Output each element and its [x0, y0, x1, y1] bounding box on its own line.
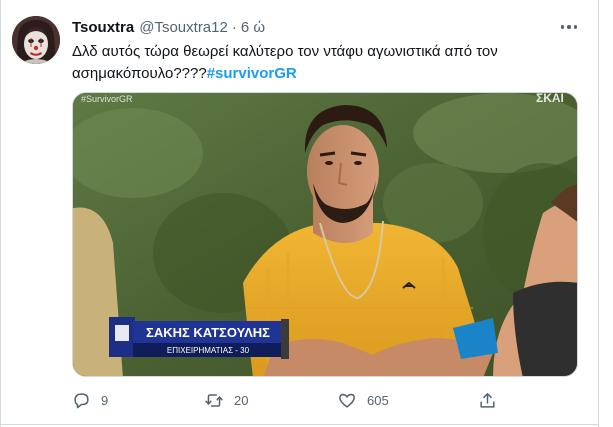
caption-detail: ΕΠΙΧΕΙΡΗΜΑΤΙΑΣ - 30 — [167, 346, 250, 355]
hashtag-link[interactable]: #survivorGR — [207, 65, 297, 82]
display-name[interactable]: Tsouxtra — [72, 19, 134, 36]
share-button[interactable] — [478, 386, 497, 414]
reply-icon — [74, 392, 89, 408]
tweet-card[interactable]: Tsouxtra @Tsouxtra12 · 6 ώ Δλδ αυτός τώρ… — [0, 0, 613, 427]
tweet-text: Δλδ αυτός τώρα θεωρεί καλύτερο τον ντάφυ… — [72, 41, 582, 85]
user-handle[interactable]: @Tsouxtra12 — [139, 19, 228, 36]
retweet-icon — [205, 393, 223, 407]
more-options-icon[interactable] — [556, 14, 582, 40]
reply-count: 9 — [101, 392, 109, 408]
media-photo: #SurvivorGR ΣΚΑΪ ΣΑΚΗΣ ΚΑΤΣΟΥΛΗΣ ΕΠΙΧΕΙΡ… — [73, 93, 577, 376]
like-button[interactable]: 605 — [337, 386, 389, 414]
share-icon — [480, 392, 495, 408]
card-border-bottom — [0, 424, 599, 425]
tweet-header: Tsouxtra @Tsouxtra12 · 6 ώ — [72, 17, 265, 37]
action-bar: 9 20 605 — [72, 386, 502, 414]
heart-icon — [339, 393, 355, 408]
timestamp[interactable]: 6 ώ — [241, 19, 265, 36]
name-caption: ΣΑΚΗΣ ΚΑΤΣΟΥΛΗΣ ΕΠΙΧΕΙΡΗΜΑΤΙΑΣ - 30 — [109, 317, 289, 359]
caption-name: ΣΑΚΗΣ ΚΑΤΣΟΥΛΗΣ — [146, 325, 270, 340]
card-border-right — [598, 0, 599, 427]
like-count: 605 — [367, 392, 389, 408]
card-border-left — [0, 0, 1, 427]
reply-button[interactable]: 9 — [72, 386, 108, 414]
retweet-button[interactable]: 20 — [204, 386, 248, 414]
channel-logo: ΣΚΑΪ — [536, 93, 565, 105]
retweet-count: 20 — [234, 392, 249, 408]
avatar[interactable] — [12, 16, 60, 64]
dot-separator: · — [231, 18, 237, 36]
clown-face-avatar-icon — [12, 16, 60, 64]
watermark-text: #SurvivorGR — [81, 94, 133, 104]
tweet-media[interactable]: #SurvivorGR ΣΚΑΪ ΣΑΚΗΣ ΚΑΤΣΟΥΛΗΣ ΕΠΙΧΕΙΡ… — [72, 92, 578, 377]
